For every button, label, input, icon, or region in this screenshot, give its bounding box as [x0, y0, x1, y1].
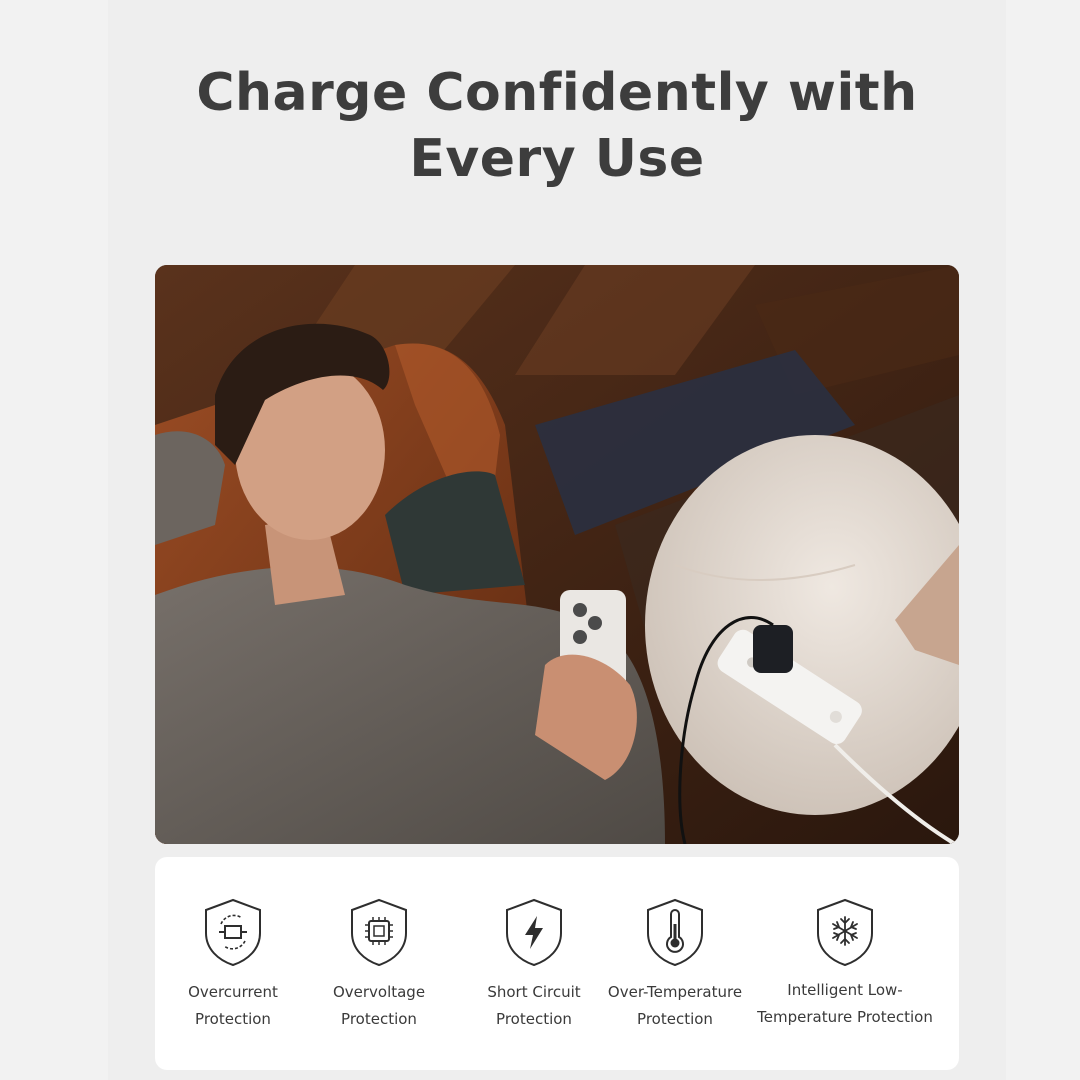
left-margin — [0, 0, 108, 1080]
title-line-1: Charge Confidently with — [196, 63, 918, 123]
feature-label-line-2: Temperature Protection — [757, 1008, 933, 1026]
feature-label: Over-Temperature Protection — [590, 979, 760, 1033]
feature-label: Overvoltage Protection — [294, 979, 464, 1033]
photo-illustration — [155, 265, 959, 844]
title-line-2: Every Use — [409, 129, 705, 189]
feature-label-line-1: Intelligent Low- — [787, 981, 903, 999]
protection-features-card: Overcurrent Protection Overvoltage Prote… — [155, 857, 959, 1070]
overvoltage-shield-icon — [348, 897, 410, 967]
feature-label-line-1: Overcurrent — [188, 983, 278, 1001]
overcurrent-shield-icon — [202, 897, 264, 967]
feature-overcurrent: Overcurrent Protection — [148, 897, 318, 1033]
lifestyle-photo — [155, 265, 959, 844]
low-temperature-shield-icon — [814, 897, 876, 967]
feature-overvoltage: Overvoltage Protection — [294, 897, 464, 1033]
short-circuit-shield-icon — [503, 897, 565, 967]
over-temperature-shield-icon — [644, 897, 706, 967]
feature-label: Overcurrent Protection — [148, 979, 318, 1033]
feature-over-temperature: Over-Temperature Protection — [590, 897, 760, 1033]
feature-label-line-1: Over-Temperature — [607, 983, 743, 1001]
right-margin — [1006, 0, 1080, 1080]
feature-label-line-1: Overvoltage — [332, 983, 426, 1001]
feature-label-line-2: Protection — [341, 1010, 417, 1028]
feature-low-temperature: Intelligent Low- Temperature Protection — [745, 897, 945, 1031]
feature-label-line-2: Protection — [195, 1010, 271, 1028]
feature-label-line-2: Protection — [637, 1010, 713, 1028]
page-title: Charge Confidently with Every Use — [108, 60, 1006, 192]
feature-label: Intelligent Low- Temperature Protection — [745, 977, 945, 1031]
